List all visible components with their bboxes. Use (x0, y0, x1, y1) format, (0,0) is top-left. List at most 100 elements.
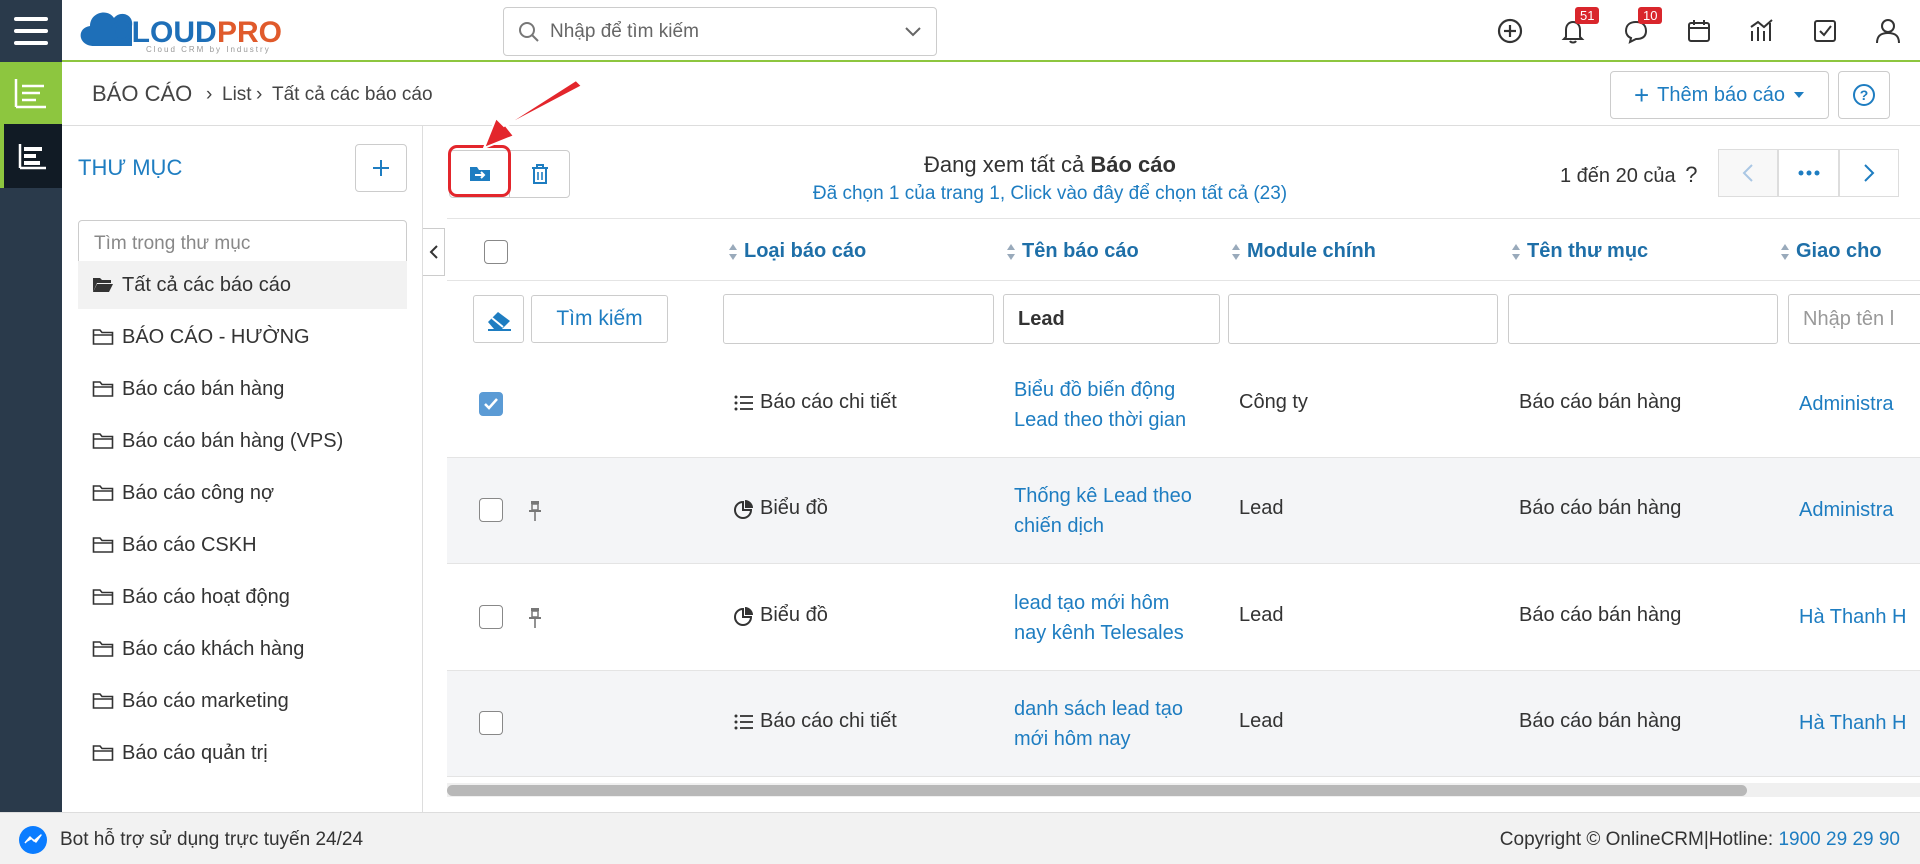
column-header-name[interactable]: Tên báo cáo (1006, 240, 1139, 263)
filter-row-divider (447, 280, 1920, 281)
chat-bubble-icon[interactable]: 10 (1618, 7, 1663, 49)
folder-item[interactable]: Báo cáo khách hàng (78, 625, 407, 673)
support-bot-text[interactable]: Bot hỗ trợ sử dụng trực tuyến 24/24 (60, 829, 363, 851)
annotation-arrow-icon (482, 78, 584, 150)
column-header-assignee[interactable]: Giao cho (1780, 240, 1882, 263)
report-name-line: Thống kê Lead theo (1014, 485, 1192, 507)
report-name-link[interactable]: lead tạo mới hôm nay kênh Telesales (1014, 588, 1184, 648)
page-range: 1 đến 20 của (1560, 165, 1676, 187)
cell-assignee-link[interactable]: Administra (1799, 495, 1893, 525)
bar-chart-icon (18, 142, 48, 170)
prev-page-button[interactable] (1718, 149, 1778, 197)
trash-icon (530, 163, 550, 185)
column-header-module[interactable]: Module chính (1231, 240, 1376, 263)
add-circle-icon[interactable] (1492, 13, 1528, 49)
select-all-link[interactable]: Đã chọn 1 của trang 1, Click vào đây để … (700, 183, 1400, 205)
folder-item[interactable]: Báo cáo hoạt động (78, 573, 407, 621)
cell-assignee-link[interactable]: Hà Thanh H (1799, 602, 1906, 632)
select-all-checkbox[interactable] (484, 240, 508, 264)
plus-icon: + (1633, 80, 1650, 110)
pie-chart-icon (734, 499, 754, 519)
search-filter-button[interactable]: Tìm kiếm (531, 295, 668, 343)
row-checkbox[interactable] (479, 605, 503, 629)
help-button[interactable]: ? (1838, 71, 1890, 119)
row-checkbox[interactable] (479, 711, 503, 735)
clear-filter-button[interactable] (473, 295, 524, 343)
report-name-link[interactable]: danh sách lead tạo mới hôm nay (1014, 694, 1183, 754)
breadcrumb-list[interactable]: List (222, 84, 252, 106)
calendar-icon[interactable] (1681, 13, 1717, 49)
folder-item[interactable]: Tất cả các báo cáo (78, 261, 407, 309)
folder-item[interactable]: Báo cáo CSKH (78, 521, 407, 569)
search-icon (518, 21, 540, 43)
hotline-number[interactable]: 1900 29 29 90 (1778, 829, 1900, 850)
folder-item-label: BÁO CÁO - HƯỜNG (122, 325, 310, 348)
row-checkbox[interactable] (479, 498, 503, 522)
filter-folder-input[interactable] (1508, 294, 1778, 344)
analytics-chart-icon[interactable] (1744, 13, 1780, 49)
sort-icon (1780, 243, 1790, 261)
folder-item[interactable]: Báo cáo quản trị (78, 729, 407, 777)
hamburger-menu-icon[interactable] (0, 0, 62, 62)
cloudpro-logo[interactable]: CLOUD PRO Cloud CRM by Industry (72, 2, 302, 58)
cell-module: Lead (1239, 497, 1284, 519)
report-name-link[interactable]: Biểu đồ biến động Lead theo thời gian (1014, 375, 1186, 435)
search-placeholder: Nhập để tìm kiếm (550, 20, 699, 42)
folder-item-label: Tất cả các báo cáo (122, 273, 291, 296)
cell-assignee-link[interactable]: Administra (1799, 389, 1893, 419)
report-name-line: mới hôm nay (1014, 728, 1131, 750)
add-report-button[interactable]: + Thêm báo cáo (1610, 71, 1829, 119)
folder-item[interactable]: Báo cáo marketing (78, 677, 407, 725)
filter-module-input[interactable] (1228, 294, 1498, 344)
notification-bell-icon[interactable]: 51 (1555, 7, 1600, 49)
pin-icon[interactable] (527, 500, 543, 522)
table-row[interactable] (447, 671, 1920, 777)
chevron-down-icon[interactable] (904, 26, 922, 38)
folder-item[interactable]: Báo cáo bán hàng (78, 365, 407, 413)
filter-assignee-input[interactable]: Nhập tên l (1788, 294, 1920, 344)
cell-assignee-link[interactable]: Hà Thanh H (1799, 708, 1906, 738)
column-header-folder[interactable]: Tên thư mục (1511, 240, 1648, 263)
chevron-left-icon (429, 244, 439, 260)
filter-type-input[interactable] (723, 294, 994, 344)
report-name-link[interactable]: Thống kê Lead theo chiến dịch (1014, 481, 1192, 541)
next-page-button[interactable] (1839, 149, 1899, 197)
column-header-type[interactable]: Loại báo cáo (728, 240, 866, 263)
row-checkbox[interactable] (479, 392, 503, 416)
folder-icon (92, 380, 114, 398)
rail-item-reports-chart[interactable] (0, 124, 62, 188)
list-icon (734, 714, 754, 730)
folder-icon (92, 432, 114, 450)
add-folder-button[interactable] (355, 144, 407, 192)
cell-module: Công ty (1239, 391, 1308, 413)
cell-report-type: Biểu đồ (734, 497, 828, 520)
user-profile-icon[interactable] (1870, 13, 1906, 49)
folder-item-label: Báo cáo khách hàng (122, 637, 305, 660)
pin-icon[interactable] (527, 607, 543, 629)
messenger-icon[interactable] (18, 825, 48, 855)
rail-item-reports-list[interactable] (0, 62, 62, 124)
module-title[interactable]: BÁO CÁO (92, 81, 192, 107)
folder-item-label: Báo cáo marketing (122, 689, 289, 712)
page-total-unknown[interactable]: ? (1685, 162, 1697, 187)
collapse-panel-button[interactable] (423, 228, 445, 276)
report-type-label: Biểu đồ (760, 497, 828, 519)
folder-search-input[interactable]: Tìm trong thư mục (78, 220, 407, 267)
sort-icon (1511, 243, 1521, 261)
breadcrumb-all-reports[interactable]: Tất cả các báo cáo (272, 84, 433, 106)
folder-panel-title: THƯ MỤC (78, 155, 183, 180)
filter-name-input[interactable]: Lead (1003, 294, 1220, 344)
copyright-text: Copyright © OnlineCRM|Hotline: 1900 29 2… (1500, 829, 1900, 851)
report-type-label: Báo cáo chi tiết (760, 710, 897, 732)
cell-report-type: Báo cáo chi tiết (734, 710, 897, 733)
report-name-line: nay kênh Telesales (1014, 622, 1184, 644)
report-name-line: Lead theo thời gian (1014, 409, 1187, 431)
folder-item[interactable]: Báo cáo công nợ (78, 469, 407, 517)
list-lines-icon (14, 77, 48, 109)
folder-item[interactable]: BÁO CÁO - HƯỜNG (78, 313, 407, 361)
scrollbar-thumb[interactable] (447, 785, 1747, 796)
folder-item[interactable]: Báo cáo bán hàng (VPS) (78, 417, 407, 465)
task-checkbox-icon[interactable] (1807, 13, 1843, 49)
global-search-input[interactable]: Nhập để tìm kiếm (503, 7, 937, 56)
more-pages-button[interactable] (1778, 149, 1839, 197)
